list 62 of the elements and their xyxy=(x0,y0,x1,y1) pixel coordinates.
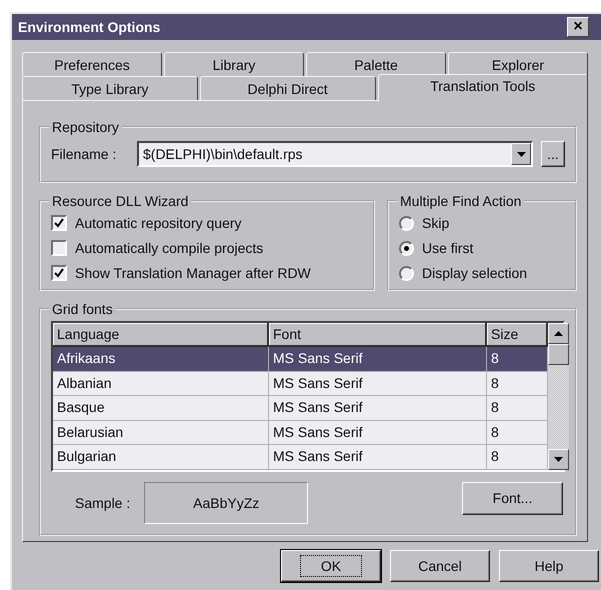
font-sample: AaBbYyZz xyxy=(144,482,308,524)
browse-button[interactable]: ... xyxy=(541,141,565,167)
up-arrow-icon xyxy=(554,331,563,336)
window-title: Environment Options xyxy=(18,19,160,35)
table-cell[interactable]: Belarusian xyxy=(53,420,269,445)
checkmark-icon xyxy=(54,218,64,228)
group-title: Multiple Find Action xyxy=(399,193,522,209)
checkbox[interactable] xyxy=(51,240,67,256)
checkbox[interactable] xyxy=(51,265,67,281)
table-cell[interactable]: Afrikaans xyxy=(53,347,269,372)
down-arrow-icon xyxy=(554,456,563,462)
font-button[interactable]: Font... xyxy=(462,482,563,514)
table-cell[interactable]: Basque xyxy=(53,396,269,420)
table-cell[interactable]: 8 xyxy=(487,347,548,372)
dialog-button[interactable]: Cancel xyxy=(390,550,490,582)
tab[interactable]: Library xyxy=(164,52,304,76)
sample-label: Sample : xyxy=(75,494,130,510)
tab[interactable]: Translation Tools xyxy=(378,74,588,102)
checkbox-label: Show Translation Manager after RDW xyxy=(75,265,311,281)
column-header[interactable]: Size xyxy=(487,323,548,347)
column-header[interactable]: Font xyxy=(269,323,487,347)
radio-label: Use first xyxy=(422,240,474,256)
close-button[interactable]: × xyxy=(567,17,589,37)
tab[interactable]: Type Library xyxy=(22,76,198,100)
dialog-button[interactable]: Help xyxy=(499,550,599,582)
table-cell[interactable]: MS Sans Serif xyxy=(269,396,487,420)
table-cell[interactable]: MS Sans Serif xyxy=(269,420,487,445)
tab[interactable]: Preferences xyxy=(22,52,162,76)
scroll-down-button[interactable] xyxy=(548,448,569,470)
table-cell[interactable]: 8 xyxy=(487,420,548,445)
table-cell[interactable]: Albanian xyxy=(53,372,269,396)
field-label: Filename : xyxy=(51,146,118,162)
radio-button[interactable] xyxy=(399,266,414,280)
dropdown-button[interactable] xyxy=(511,143,531,165)
table-cell[interactable]: 8 xyxy=(487,372,548,396)
table-cell[interactable]: MS Sans Serif xyxy=(269,445,487,470)
table-cell[interactable]: 8 xyxy=(487,396,548,420)
scroll-thumb[interactable] xyxy=(548,344,569,365)
tab[interactable]: Palette xyxy=(306,52,446,76)
radio-label: Display selection xyxy=(422,265,528,281)
table-cell[interactable]: MS Sans Serif xyxy=(269,347,487,372)
group-title: Grid fonts xyxy=(51,301,114,317)
table-cell[interactable]: Bulgarian xyxy=(53,445,269,470)
radio-label: Skip xyxy=(422,215,450,231)
table-cell[interactable]: 8 xyxy=(487,445,548,470)
radio-button[interactable] xyxy=(399,216,414,230)
tab[interactable]: Explorer xyxy=(448,52,588,76)
column-header[interactable]: Language xyxy=(53,323,269,347)
tab[interactable]: Delphi Direct xyxy=(200,76,376,100)
radio-button[interactable] xyxy=(399,240,414,256)
checkbox-label: Automatically compile projects xyxy=(75,240,264,256)
scrollbar[interactable] xyxy=(548,323,569,470)
group-title: Repository xyxy=(51,119,120,135)
checkbox[interactable] xyxy=(51,215,67,231)
caret-icon xyxy=(516,152,526,156)
checkmark-icon xyxy=(54,268,64,278)
dialog-button[interactable]: OK xyxy=(281,550,381,582)
table-cell[interactable]: MS Sans Serif xyxy=(269,372,487,396)
filename-combo[interactable]: $(DELPHI)\bin\default.rps xyxy=(137,141,533,167)
group-title: Resource DLL Wizard xyxy=(51,193,190,209)
scroll-up-button[interactable] xyxy=(548,323,569,344)
checkbox-label: Automatic repository query xyxy=(75,215,242,231)
